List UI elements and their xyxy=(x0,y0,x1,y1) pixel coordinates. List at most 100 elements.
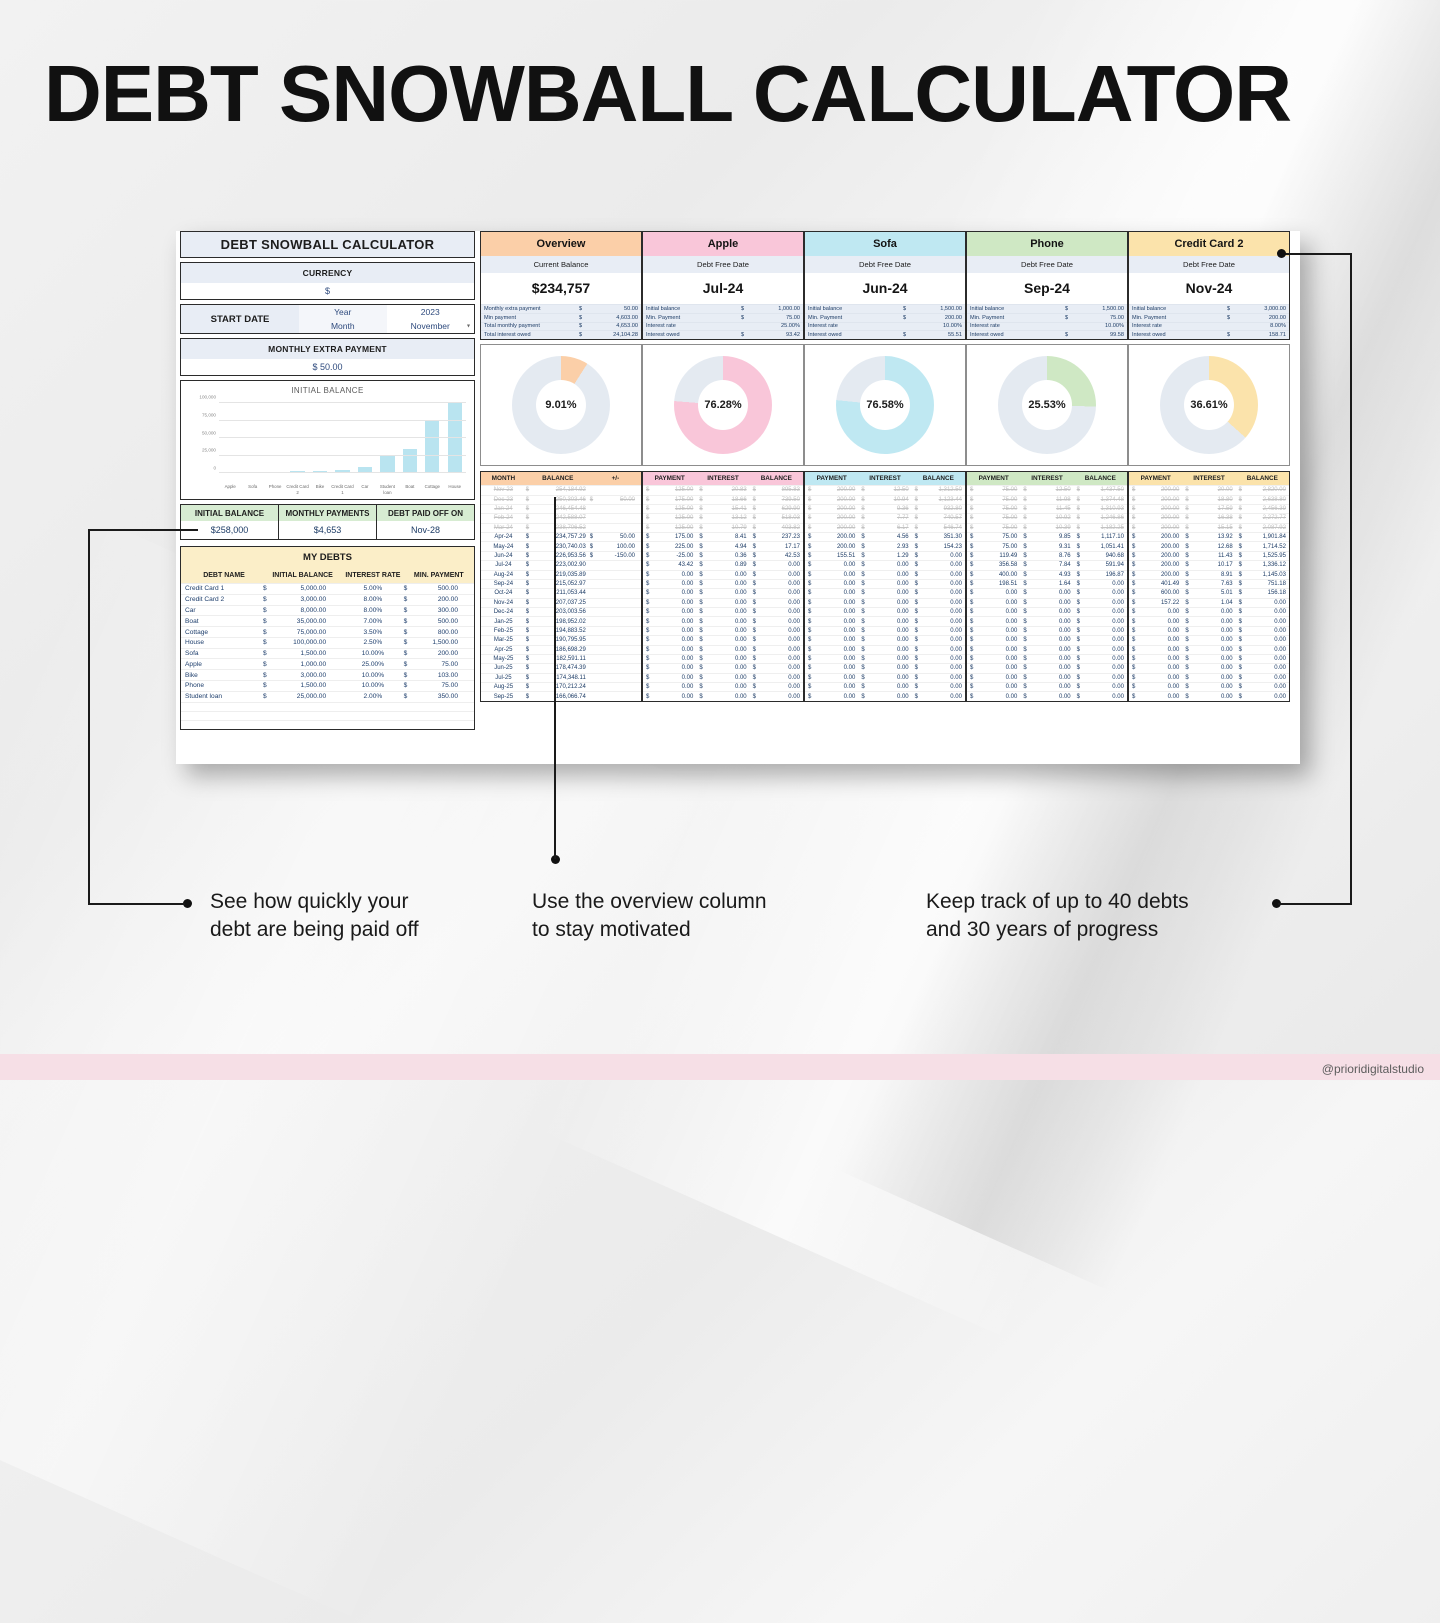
table-row[interactable]: May-25 $182,591.11 xyxy=(481,653,641,663)
table-row[interactable]: House $100,000.00 2.50% $1,500.00 xyxy=(181,636,474,648)
table-row[interactable]: $0.00 $0.00 $0.00 xyxy=(643,607,803,616)
table-row[interactable]: $0.00 $0.00 $0.00 xyxy=(805,691,965,700)
table-row[interactable]: Aug-25 $170,212.24 xyxy=(481,682,641,691)
extra-payment-value[interactable]: $ 50.00 xyxy=(181,359,474,375)
table-row[interactable]: $0.00 $0.00 $0.00 xyxy=(643,653,803,663)
table-row[interactable]: $0.00 $0.00 $0.00 xyxy=(805,560,965,569)
table-row[interactable]: $0.00 $0.00 $0.00 xyxy=(967,644,1127,654)
table-row[interactable]: Dec-24 $203,003.56 xyxy=(481,607,641,616)
table-row[interactable]: $125.00 $10.79 $403.82 xyxy=(643,522,803,532)
table-row[interactable]: $175.00 $18.66 $739.50 xyxy=(643,494,803,504)
table-row[interactable]: Apr-25 $186,698.29 xyxy=(481,644,641,654)
table-row[interactable]: $43.42 $0.89 $0.00 xyxy=(643,560,803,569)
table-row[interactable]: Jun-25 $178,474.39 xyxy=(481,663,641,672)
table-row[interactable]: $0.00 $0.00 $0.00 xyxy=(805,644,965,654)
table-row[interactable]: Aug-24 $219,035.89 xyxy=(481,569,641,579)
table-row[interactable]: $0.00 $0.00 $0.00 xyxy=(1129,691,1289,700)
table-row[interactable]: $0.00 $0.00 $0.00 xyxy=(643,682,803,691)
table-row[interactable]: Bike $3,000.00 10.00% $103.00 xyxy=(181,669,474,680)
table-row[interactable]: $0.00 $0.00 $0.00 xyxy=(967,616,1127,625)
table-row[interactable]: $75.00 $9.31 $1,051.41 xyxy=(967,541,1127,550)
table-row[interactable]: $0.00 $0.00 $0.00 xyxy=(1129,653,1289,663)
chevron-down-icon[interactable]: ▾ xyxy=(467,323,470,330)
table-row[interactable]: Mar-24 $238,706.52 xyxy=(481,522,641,532)
table-row[interactable]: Car $8,000.00 8.00% $300.00 xyxy=(181,604,474,616)
table-row[interactable]: $175.00 $8.41 $237.23 xyxy=(643,532,803,541)
table-row[interactable]: $75.00 $12.50 $1,437.50 xyxy=(967,485,1127,494)
table-row[interactable]: Credit Card 1 $5,000.00 5.00% $500.00 xyxy=(181,583,474,594)
table-row[interactable]: Boat $35,000.00 7.00% $500.00 xyxy=(181,615,474,626)
table-row[interactable]: $0.00 $0.00 $0.00 xyxy=(967,635,1127,644)
table-row[interactable]: $200.00 $7.77 $740.57 xyxy=(805,513,965,522)
table-row-empty[interactable] xyxy=(181,710,474,720)
table-row[interactable]: $0.00 $0.00 $0.00 xyxy=(1129,625,1289,635)
table-row[interactable]: Feb-24 $242,588.07 xyxy=(481,513,641,522)
table-row[interactable]: $200.00 $12.68 $1,714.52 xyxy=(1129,541,1289,550)
table-row[interactable]: Apple $1,000.00 25.00% $75.00 xyxy=(181,658,474,669)
table-row[interactable]: $0.00 $0.00 $0.00 xyxy=(967,607,1127,616)
table-row[interactable]: $75.00 $11.45 $1,310.93 xyxy=(967,503,1127,513)
table-row[interactable]: May-24 $230,740.03 $100.00 xyxy=(481,541,641,550)
table-row[interactable]: $0.00 $0.00 $0.00 xyxy=(967,663,1127,672)
table-row[interactable]: $200.00 $6.17 $546.74 xyxy=(805,522,965,532)
table-row[interactable]: $200.00 $12.50 $1,312.50 xyxy=(805,485,965,494)
table-row[interactable]: $0.00 $0.00 $0.00 xyxy=(1129,663,1289,672)
table-row[interactable]: $0.00 $0.00 $0.00 xyxy=(805,653,965,663)
table-row[interactable]: $0.00 $0.00 $0.00 xyxy=(967,682,1127,691)
table-row[interactable]: $0.00 $0.00 $0.00 xyxy=(805,607,965,616)
table-row[interactable]: $225.00 $4.94 $17.17 xyxy=(643,541,803,550)
table-row[interactable]: $0.00 $0.00 $0.00 xyxy=(643,569,803,579)
table-row[interactable]: $198.51 $1.64 $0.00 xyxy=(967,578,1127,588)
table-row[interactable]: $0.00 $0.00 $0.00 xyxy=(1129,607,1289,616)
table-row[interactable]: $0.00 $0.00 $0.00 xyxy=(643,625,803,635)
table-row[interactable]: $119.49 $8.76 $940.68 xyxy=(967,550,1127,560)
table-row[interactable]: $0.00 $0.00 $0.00 xyxy=(1129,682,1289,691)
table-row[interactable]: $0.00 $0.00 $0.00 xyxy=(643,644,803,654)
table-row[interactable]: Nov-23 $254,184.92 xyxy=(481,485,641,494)
table-row[interactable]: $155.51 $1.29 $0.00 xyxy=(805,550,965,560)
table-row[interactable]: $200.00 $9.36 $932.80 xyxy=(805,503,965,513)
table-row[interactable]: $0.00 $0.00 $0.00 xyxy=(643,663,803,672)
table-row[interactable]: $75.00 $11.98 $1,374.48 xyxy=(967,494,1127,504)
table-row[interactable]: $0.00 $0.00 $0.00 xyxy=(805,616,965,625)
table-row[interactable]: $ -25.00 $0.36 $42.53 xyxy=(643,550,803,560)
table-row[interactable]: $600.00 $5.01 $156.18 xyxy=(1129,588,1289,597)
table-row[interactable]: Sep-25 $166,066.74 xyxy=(481,691,641,700)
table-row[interactable]: $200.00 $2.93 $154.23 xyxy=(805,541,965,550)
table-row[interactable]: $400.00 $4.93 $196.87 xyxy=(967,569,1127,579)
table-row[interactable]: $200.00 $13.92 $1,901.84 xyxy=(1129,532,1289,541)
table-row[interactable]: Credit Card 2 $3,000.00 8.00% $200.00 xyxy=(181,593,474,605)
table-row[interactable]: $125.00 $13.12 $518.03 xyxy=(643,513,803,522)
table-row[interactable]: $0.00 $0.00 $0.00 xyxy=(805,663,965,672)
table-row[interactable]: $0.00 $0.00 $0.00 xyxy=(1129,616,1289,625)
table-row[interactable]: $125.00 $15.41 $629.90 xyxy=(643,503,803,513)
table-row[interactable]: $200.00 $15.15 $2,087.92 xyxy=(1129,522,1289,532)
table-row[interactable]: $0.00 $0.00 $0.00 xyxy=(643,635,803,644)
table-row[interactable]: $0.00 $0.00 $0.00 xyxy=(967,653,1127,663)
table-row-empty[interactable] xyxy=(181,719,474,729)
month-value[interactable]: November ▾ xyxy=(386,319,474,333)
table-row[interactable]: $0.00 $0.00 $0.00 xyxy=(643,588,803,597)
table-row[interactable]: Mar-25 $190,795.95 xyxy=(481,635,641,644)
table-row[interactable]: $0.00 $0.00 $0.00 xyxy=(805,625,965,635)
table-row[interactable]: $200.00 $18.80 $2,638.80 xyxy=(1129,494,1289,504)
table-row[interactable]: $0.00 $0.00 $0.00 xyxy=(643,597,803,607)
table-row[interactable]: $75.00 $10.39 $1,182.25 xyxy=(967,522,1127,532)
table-row[interactable]: $200.00 $16.38 $2,272.77 xyxy=(1129,513,1289,522)
table-row[interactable]: Apr-24 $234,757.29 $50.00 xyxy=(481,532,641,541)
table-row[interactable]: $200.00 $4.56 $351.30 xyxy=(805,532,965,541)
table-row[interactable]: Jul-25 $174,348.11 xyxy=(481,672,641,682)
table-row[interactable]: $0.00 $0.00 $0.00 xyxy=(805,578,965,588)
table-row[interactable]: $0.00 $0.00 $0.00 xyxy=(967,625,1127,635)
table-row[interactable]: Nov-24 $207,037.25 xyxy=(481,597,641,607)
table-row[interactable]: $0.00 $0.00 $0.00 xyxy=(805,597,965,607)
table-row[interactable]: $0.00 $0.00 $0.00 xyxy=(967,588,1127,597)
table-row[interactable]: $75.00 $9.85 $1,117.10 xyxy=(967,532,1127,541)
table-row[interactable]: Student loan $25,000.00 2.00% $350.00 xyxy=(181,690,474,702)
table-row[interactable]: Jan-24 $246,454.48 xyxy=(481,503,641,513)
currency-value[interactable]: $ xyxy=(181,283,474,299)
table-row[interactable]: $0.00 $0.00 $0.00 xyxy=(967,672,1127,682)
table-row[interactable]: $0.00 $0.00 $0.00 xyxy=(967,691,1127,700)
table-row[interactable]: Dec-23 $250,303.46 $50.00 xyxy=(481,494,641,504)
table-row[interactable]: Sep-24 $215,052.97 xyxy=(481,578,641,588)
